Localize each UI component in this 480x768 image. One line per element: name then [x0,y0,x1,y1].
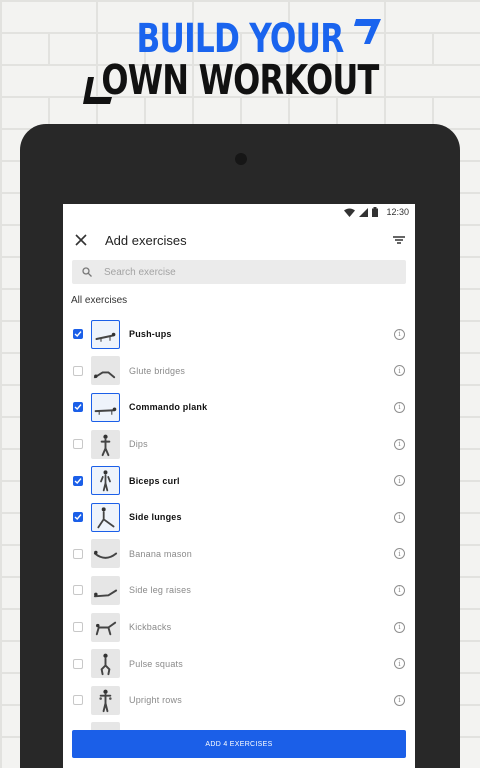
exercise-checkbox[interactable] [73,329,83,340]
exercise-name: Commando plank [129,402,208,413]
status-bar: 12:30 [63,204,415,220]
exercise-thumbnail [91,612,120,642]
exercise-name: Side lunges [129,512,182,523]
search-bar[interactable] [72,260,406,284]
info-icon[interactable]: i [394,328,405,340]
exercise-thumbnail [91,429,120,459]
exercise-checkbox[interactable] [73,512,83,523]
exercise-row[interactable]: Biceps curl i [63,462,415,499]
exercise-row[interactable]: Commando plank i [63,389,415,426]
exercise-thumbnail [91,685,120,715]
exercise-name: Side leg raises [129,585,192,596]
info-icon[interactable]: i [394,584,405,596]
exercise-checkbox[interactable] [73,402,83,413]
exercise-checkbox[interactable] [73,585,83,596]
checkmark-icon [74,514,82,521]
exercise-row[interactable]: Dips i [63,426,415,463]
exercise-checkbox[interactable] [73,365,83,376]
app-screen: 12:30 Add exercises All exercises Push-u… [63,204,415,768]
search-icon [82,267,92,277]
exercise-thumbnail [91,575,120,605]
exercise-name: Pulse squats [129,658,183,669]
battery-icon [372,207,379,217]
search-input[interactable] [104,266,364,278]
exercise-checkbox[interactable] [73,475,83,486]
info-icon[interactable]: i [394,621,405,633]
exercise-thumbnail [91,319,120,349]
checkmark-icon [74,331,82,338]
exercise-thumbnail [91,466,120,496]
section-label: All exercises [71,295,128,306]
exercise-list: Push-ups i Glute bridges i Commando plan… [63,316,415,755]
exercise-name: Push-ups [129,329,172,340]
app-bar: Add exercises [63,220,415,260]
exercise-row[interactable]: Push-ups i [63,316,415,353]
wifi-icon [344,208,356,217]
info-icon[interactable]: i [394,438,405,450]
exercise-thumbnail [91,502,120,532]
signal-icon [359,207,369,217]
status-time: 12:30 [386,207,409,217]
exercise-row[interactable]: Side lunges i [63,499,415,536]
exercise-name: Biceps curl [129,475,180,486]
exercise-row[interactable]: Banana mason i [63,536,415,573]
exercise-name: Kickbacks [129,622,172,633]
info-icon[interactable]: i [394,694,405,706]
exercise-checkbox[interactable] [73,658,83,669]
exercise-thumbnail [91,649,120,679]
exercise-row[interactable]: Kickbacks i [63,609,415,646]
exercise-row[interactable]: Glute bridges i [63,353,415,390]
checkmark-icon [74,404,82,411]
exercise-name: Glute bridges [129,365,186,376]
add-exercises-button[interactable]: ADD 4 EXERCISES [72,730,406,758]
info-icon[interactable]: i [394,511,405,523]
close-icon[interactable] [73,232,89,248]
info-icon[interactable]: i [394,401,405,413]
filter-icon[interactable] [391,232,407,248]
tablet-camera [235,153,247,165]
page-title: Add exercises [105,232,187,248]
exercise-name: Banana mason [129,548,192,559]
accent-corner-bottom-left-icon [83,77,112,104]
exercise-row[interactable]: Pulse squats i [63,645,415,682]
exercise-row[interactable]: Side leg raises i [63,572,415,609]
exercise-name: Dips [129,439,148,450]
exercise-checkbox[interactable] [73,548,83,559]
exercise-thumbnail [91,392,120,422]
accent-corner-top-right-icon [354,19,381,44]
exercise-name: Upright rows [129,695,182,706]
exercise-checkbox[interactable] [73,439,83,450]
exercise-thumbnail [91,356,120,386]
checkmark-icon [74,477,82,484]
exercise-checkbox[interactable] [73,622,83,633]
exercise-checkbox[interactable] [73,695,83,706]
exercise-row[interactable]: Upright rows i [63,682,415,719]
exercise-thumbnail [91,539,120,569]
